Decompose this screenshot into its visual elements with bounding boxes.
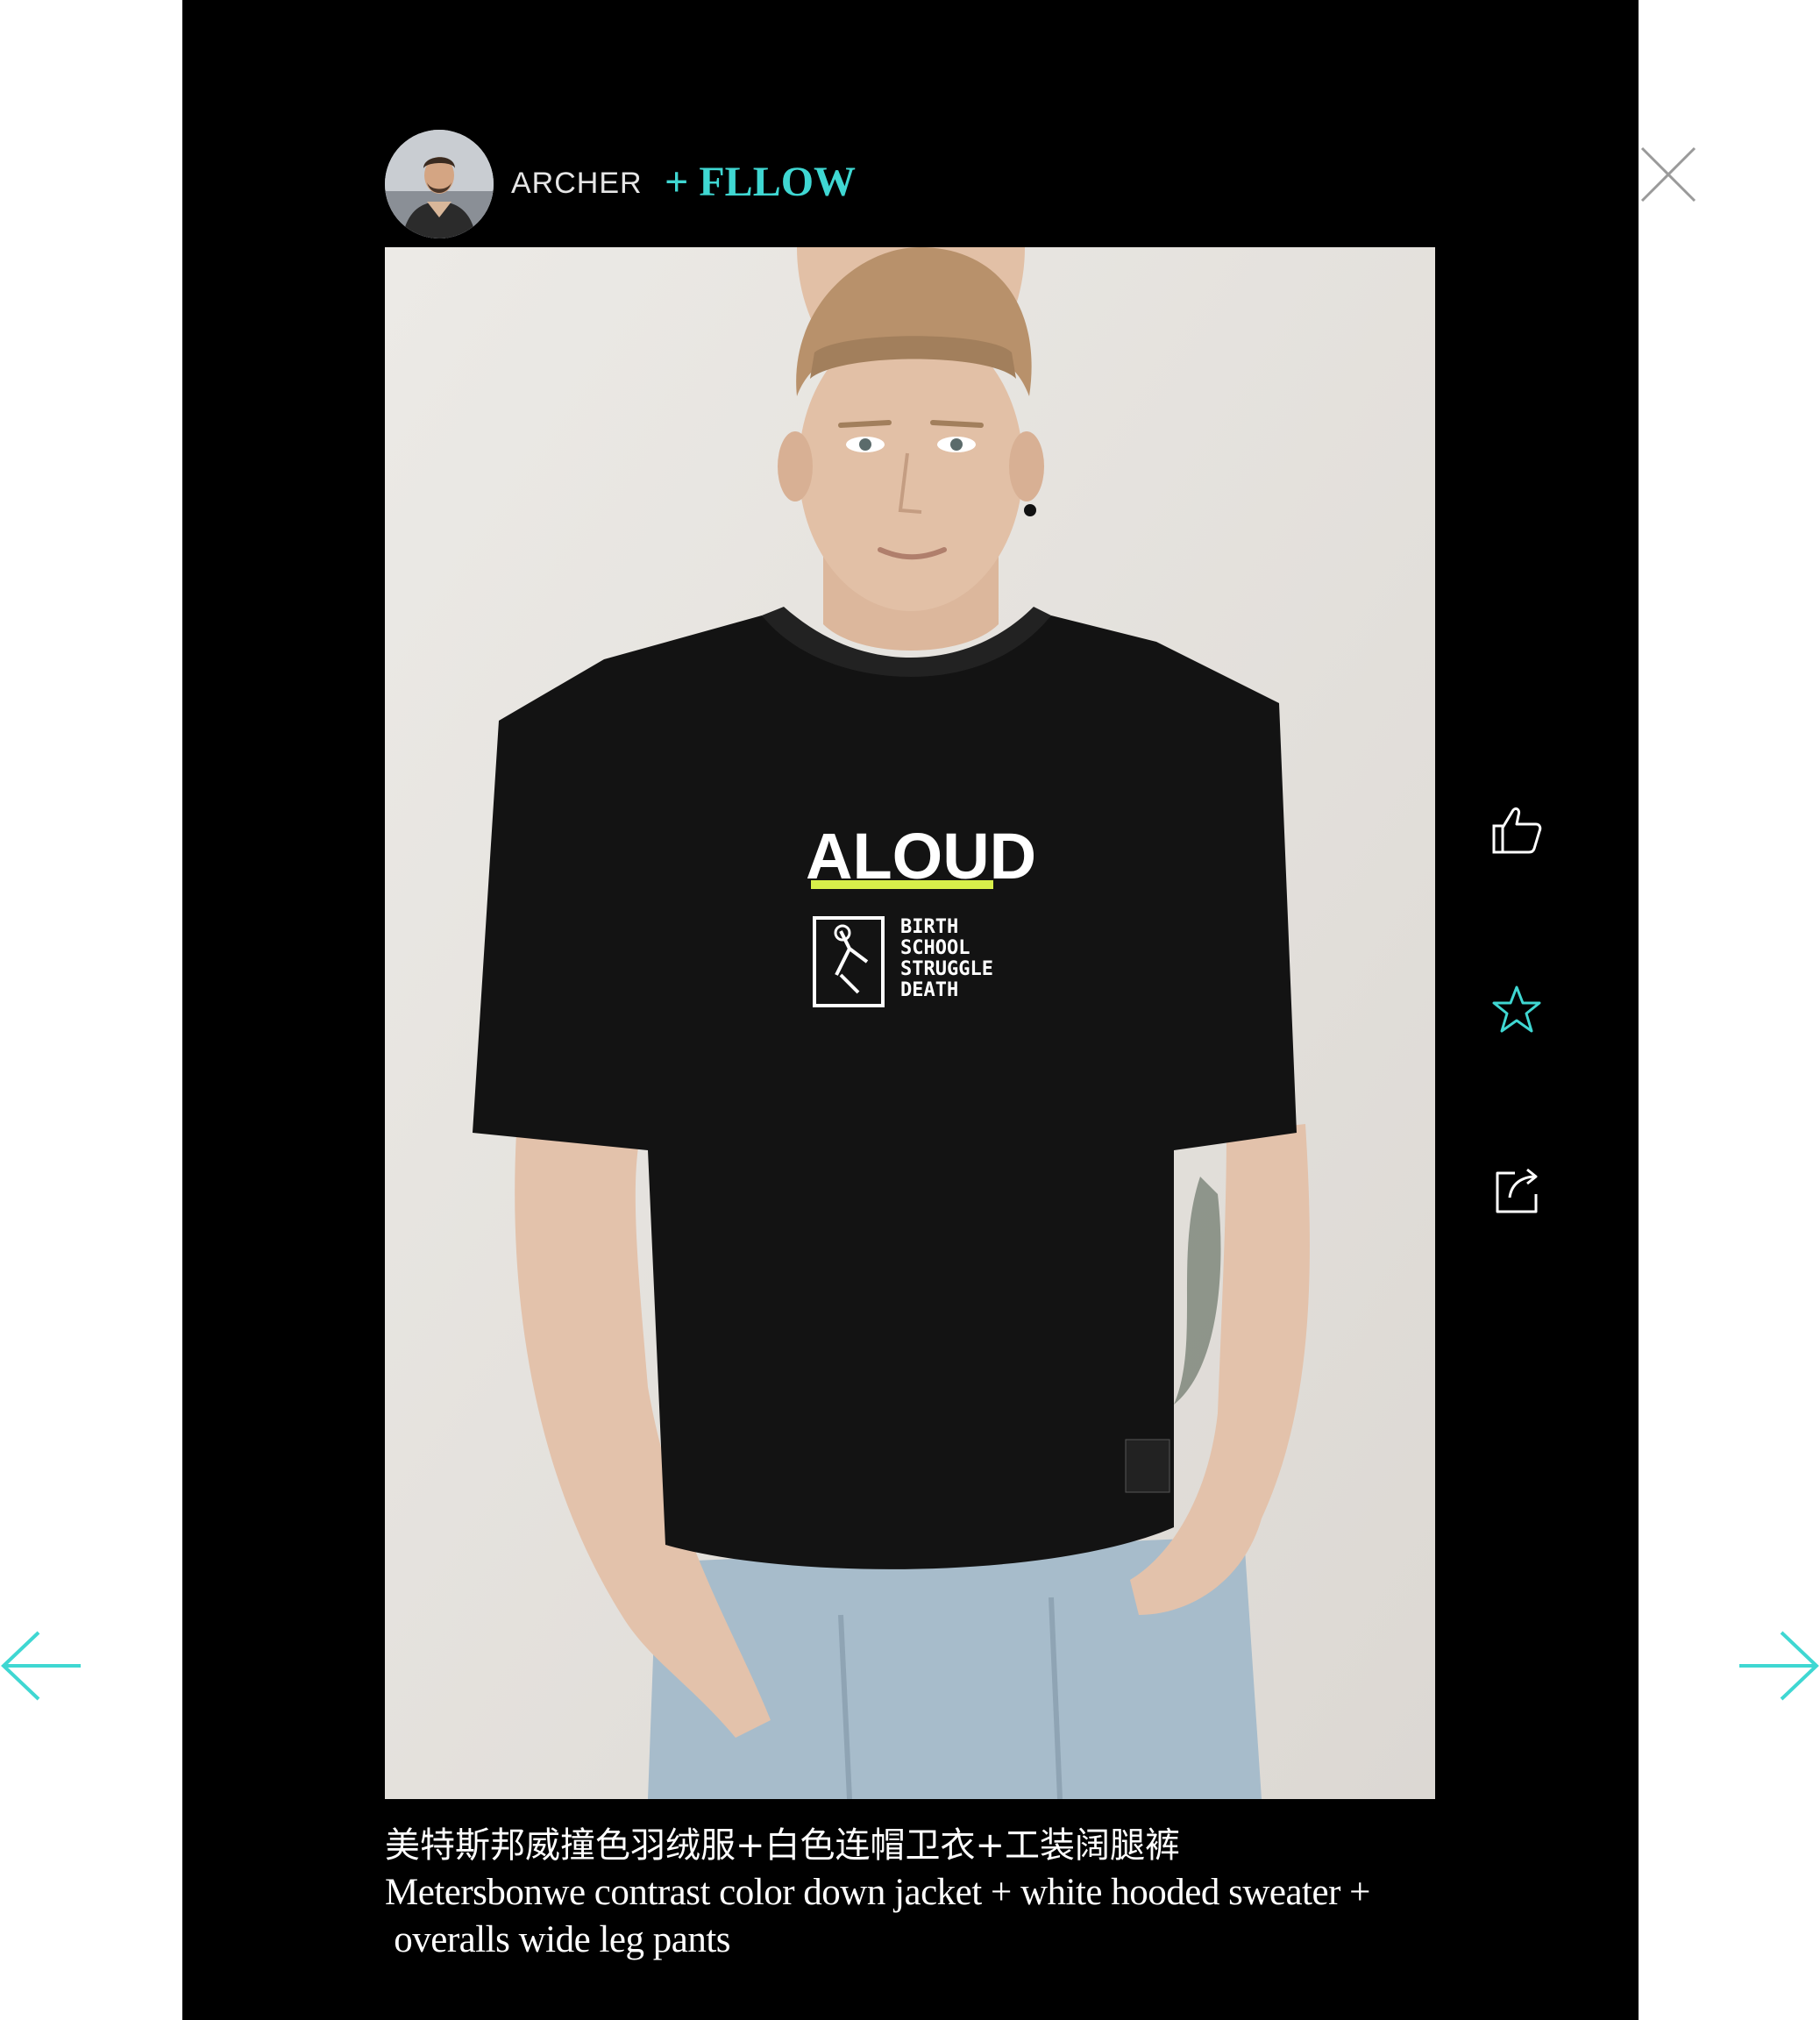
next-button[interactable] — [1736, 1631, 1820, 1701]
follow-button[interactable]: + FLLOW — [665, 158, 856, 206]
share-button[interactable] — [1490, 1164, 1543, 1217]
previous-button[interactable] — [0, 1631, 84, 1701]
close-button[interactable] — [1639, 146, 1697, 203]
arrow-left-icon — [1, 1631, 81, 1701]
caption-english-line-2: overalls wide leg pants — [385, 1919, 731, 1960]
shirt-print-item: SCHOOL — [900, 937, 970, 959]
username[interactable]: ARCHER — [511, 167, 643, 201]
shirt-print-item: STRUGGLE — [900, 958, 993, 980]
caption-chinese: 美特斯邦威撞色羽绒服+白色连帽卫衣+工装阔腿裤 — [385, 1825, 1181, 1866]
favorite-button[interactable] — [1490, 984, 1543, 1036]
arrow-right-icon — [1739, 1631, 1819, 1701]
share-icon — [1496, 1168, 1538, 1213]
avatar[interactable] — [385, 130, 494, 238]
avatar-image — [385, 130, 494, 238]
thumbs-up-icon — [1492, 807, 1542, 854]
star-icon — [1492, 985, 1541, 1033]
caption-english-line-1: Metersbonwe contrast color down jacket +… — [385, 1872, 1370, 1913]
close-icon — [1640, 146, 1696, 203]
post-caption: 美特斯邦威撞色羽绒服+白色连帽卫衣+工装阔腿裤 Metersbonwe cont… — [385, 1822, 1454, 1964]
like-button[interactable] — [1490, 805, 1543, 857]
model-illustration: ALOUD BIRTH SCHOOL STRUGGLE DEATH — [385, 247, 1435, 1799]
post-photo: ALOUD BIRTH SCHOOL STRUGGLE DEATH — [385, 247, 1435, 1799]
shirt-print-item: DEATH — [900, 979, 958, 1001]
shirt-print-item: BIRTH — [900, 916, 958, 938]
